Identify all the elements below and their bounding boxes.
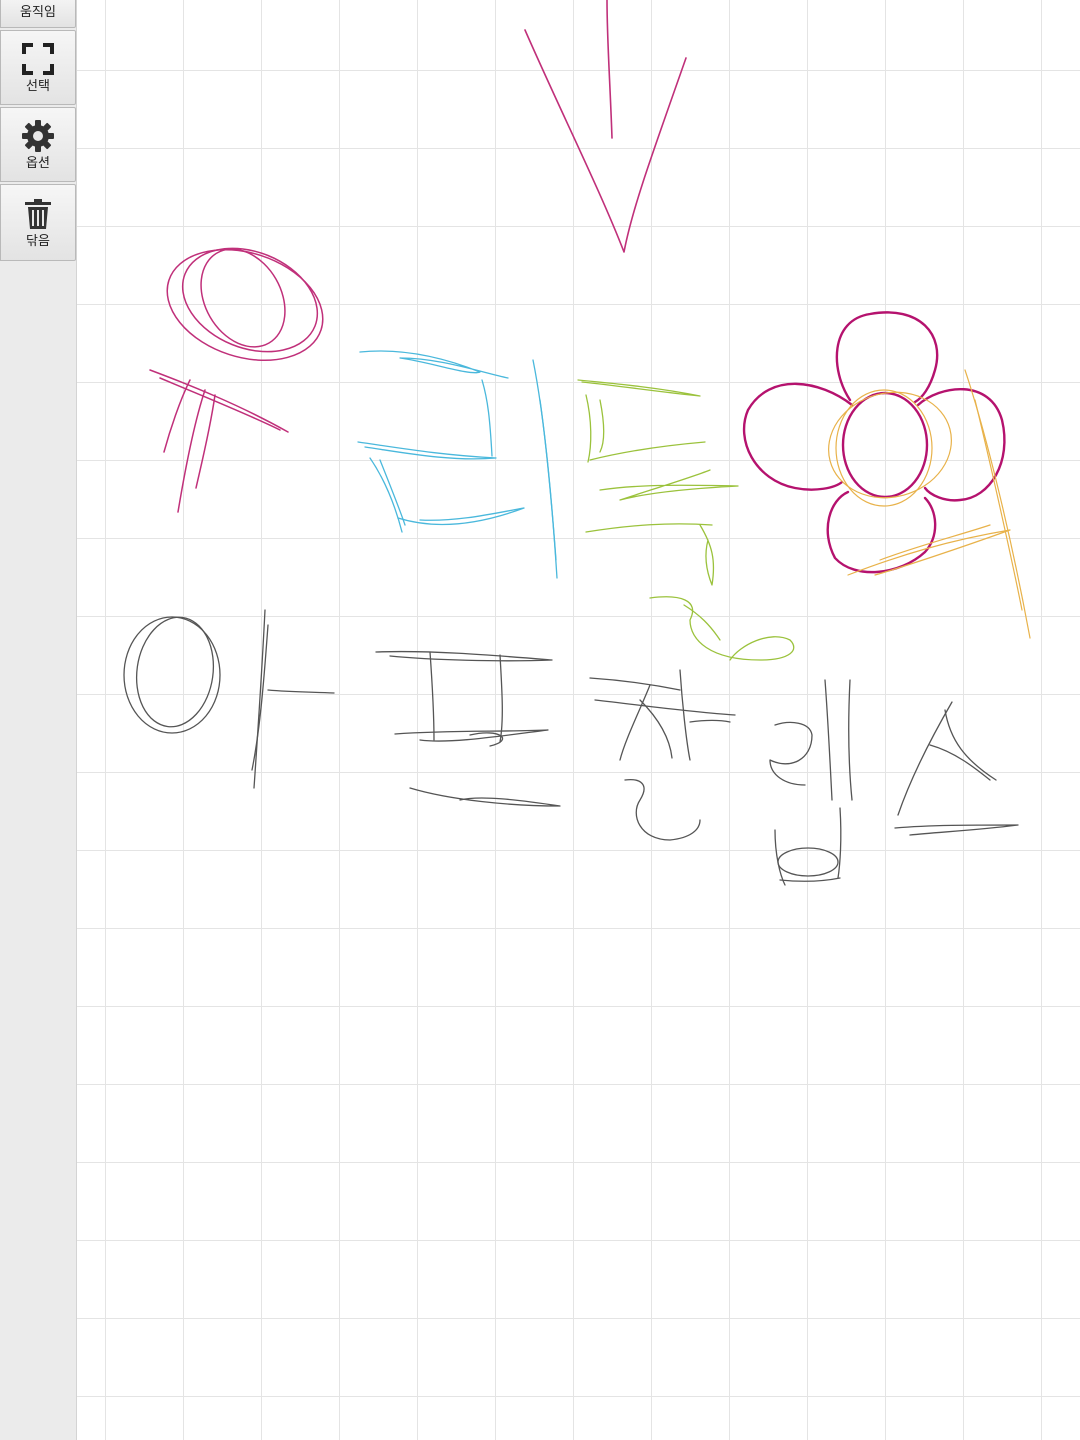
drawing-canvas[interactable] (77, 0, 1080, 1440)
clear-button-label: 닦음 (26, 233, 50, 249)
clear-button[interactable]: 닦음 (0, 184, 76, 261)
toolbar-sidebar: 움직임 선택 옵션 닦음 (0, 0, 77, 1440)
options-button[interactable]: 옵션 (0, 107, 76, 182)
gear-icon (22, 119, 54, 152)
select-button[interactable]: 선택 (0, 30, 76, 105)
trash-icon (25, 198, 51, 229)
select-frame-icon (22, 42, 54, 75)
select-button-label: 선택 (26, 78, 50, 94)
options-button-label: 옵션 (26, 155, 50, 171)
move-button[interactable]: 움직임 (0, 0, 76, 28)
move-button-label: 움직임 (20, 5, 56, 20)
